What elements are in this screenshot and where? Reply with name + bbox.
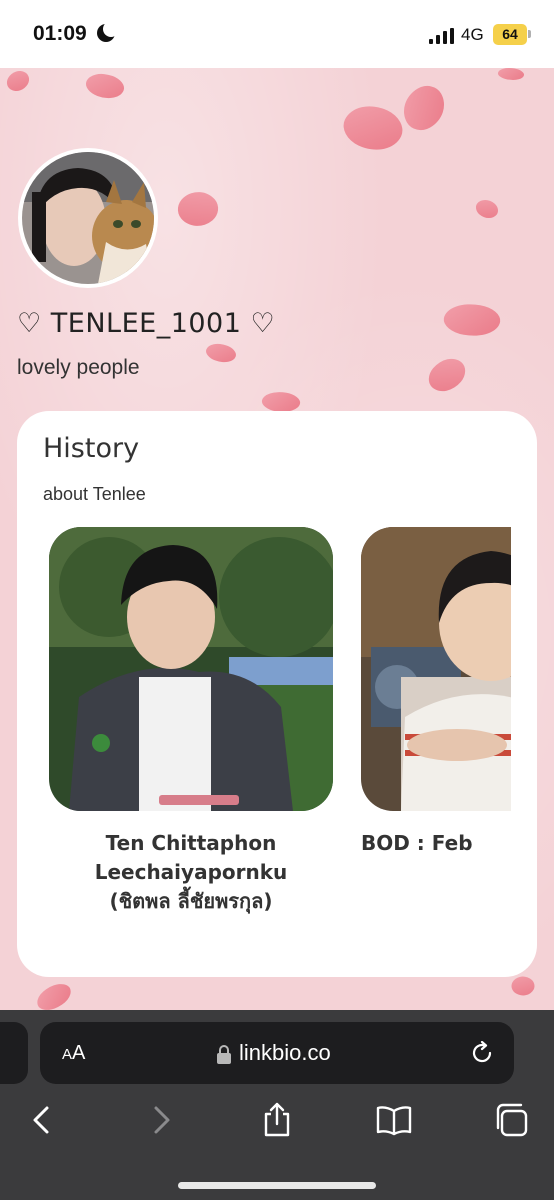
- profile-page: ♡ TENLEE_1001 ♡ lovely people History ab…: [0, 68, 554, 1010]
- signal-icon: [429, 28, 455, 44]
- battery-icon: 64: [493, 24, 527, 45]
- tabs-icon[interactable]: [494, 1102, 530, 1138]
- petal-decoration: [441, 299, 503, 341]
- text-size-small-a: A: [62, 1046, 73, 1063]
- url-text[interactable]: linkbio.co: [239, 1040, 331, 1066]
- previous-tab-peek[interactable]: [0, 1022, 28, 1084]
- lock-icon: [217, 1045, 231, 1064]
- battery-tip: [528, 30, 531, 38]
- bookmarks-icon[interactable]: [376, 1102, 412, 1138]
- text-size-button[interactable]: AA: [62, 1042, 85, 1065]
- petal-decoration: [508, 971, 538, 1001]
- petal-decoration: [203, 339, 239, 367]
- forward-icon[interactable]: [143, 1102, 179, 1138]
- safari-browser-bar: AA linkbio.co: [0, 1010, 554, 1200]
- slide-caption: Ten Chittaphon Leechaiyapornku (ชิตพล ลี…: [94, 831, 288, 913]
- avatar-photo: [22, 152, 154, 284]
- carousel-slide[interactable]: BOD : Feb: [361, 527, 511, 858]
- slide-photo: [361, 527, 511, 811]
- petal-decoration: [423, 350, 471, 400]
- petal-decoration: [497, 68, 525, 83]
- share-icon[interactable]: [259, 1102, 295, 1138]
- status-time: 01:09: [33, 22, 87, 45]
- text-size-large-a: A: [72, 1042, 86, 1064]
- address-bar[interactable]: AA linkbio.co: [40, 1022, 514, 1084]
- petal-decoration: [171, 182, 225, 236]
- petal-decoration: [83, 68, 127, 104]
- card-title: History: [43, 433, 140, 464]
- profile-bio: lovely people: [17, 356, 140, 379]
- home-indicator: [178, 1182, 376, 1189]
- petal-decoration: [3, 68, 33, 96]
- petal-decoration: [33, 980, 75, 1010]
- reload-icon[interactable]: [470, 1041, 494, 1065]
- carousel-slide[interactable]: Ten Chittaphon Leechaiyapornku (ชิตพล ลี…: [49, 527, 333, 916]
- status-bar: 01:09 4G 64: [0, 0, 554, 68]
- petal-decoration: [337, 95, 409, 161]
- card-subtitle: about Tenlee: [43, 484, 146, 504]
- profile-name: ♡ TENLEE_1001 ♡: [17, 308, 276, 339]
- history-card: History about Tenlee Ten Chittaphon Leec…: [17, 411, 537, 977]
- slide-caption: BOD : Feb: [361, 831, 473, 855]
- moon-icon: [97, 21, 119, 42]
- back-icon[interactable]: [24, 1102, 60, 1138]
- petal-decoration: [472, 195, 502, 223]
- petal-decoration: [394, 79, 454, 137]
- history-carousel[interactable]: Ten Chittaphon Leechaiyapornku (ชิตพล ลี…: [49, 527, 511, 937]
- avatar[interactable]: [18, 148, 158, 288]
- slide-photo: [49, 527, 333, 811]
- network-label: 4G: [461, 25, 484, 44]
